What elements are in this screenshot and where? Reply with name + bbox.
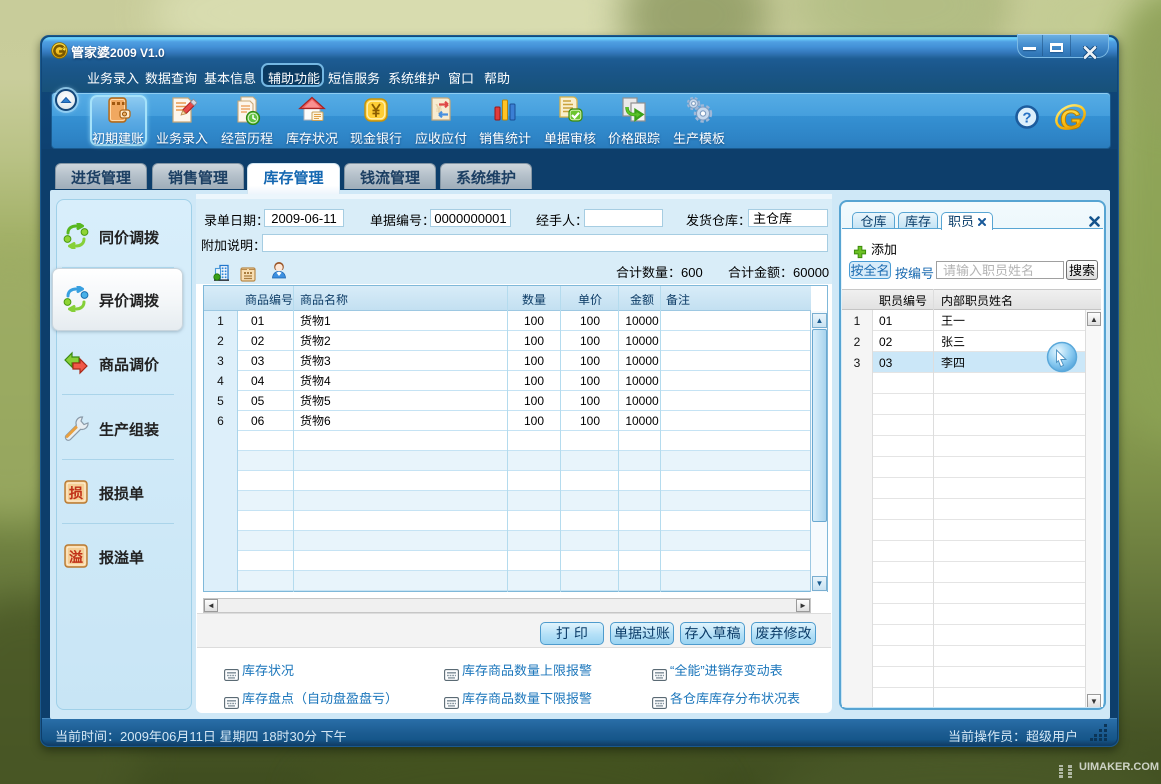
svg-text:?: ? [1022, 110, 1031, 127]
svg-text:溢: 溢 [69, 547, 83, 567]
svg-text:损: 损 [69, 483, 83, 503]
